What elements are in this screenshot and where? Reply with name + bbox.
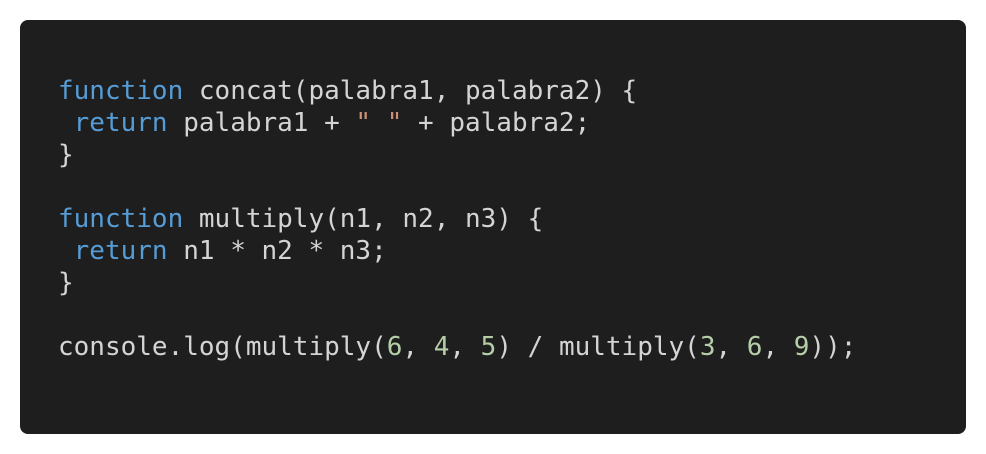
code-token-keyword: return	[73, 236, 168, 266]
code-line: function multiply(n1, n2, n3) {	[58, 203, 966, 235]
code-token-keyword: return	[73, 108, 168, 138]
code-token-ident: ,	[715, 332, 747, 362]
code-token-number: 4	[433, 332, 450, 362]
code-token-ident: multiply(n1, n2, n3) {	[183, 204, 544, 234]
code-token-ident: ,	[402, 332, 434, 362]
code-token-number: 6	[746, 332, 763, 362]
code-token-number: 6	[386, 332, 403, 362]
code-token-ident: + palabra2;	[402, 108, 591, 138]
code-token-ident: console.log(multiply(	[58, 332, 387, 362]
code-token-ident: n1 * n2 * n3;	[167, 236, 387, 266]
code-line: }	[58, 267, 966, 299]
code-line: }	[58, 139, 966, 171]
code-token-ident: palabra1 +	[167, 108, 356, 138]
code-token-ident: ));	[809, 332, 857, 362]
code-token-ident: ,	[449, 332, 481, 362]
code-line: return palabra1 + " " + palabra2;	[58, 107, 966, 139]
code-token-ident	[58, 108, 74, 138]
code-line: return n1 * n2 * n3;	[58, 235, 966, 267]
code-block: function concat(palabra1, palabra2) { re…	[20, 20, 966, 434]
code-token-ident: ) / multiply(	[496, 332, 700, 362]
code-line: function concat(palabra1, palabra2) {	[58, 75, 966, 107]
code-token-ident: }	[58, 140, 74, 170]
code-line: console.log(multiply(6, 4, 5) / multiply…	[58, 331, 966, 363]
code-token-number: 5	[480, 332, 497, 362]
code-token-string: " "	[355, 108, 403, 138]
code-token-ident: concat(palabra1, palabra2) {	[183, 76, 638, 106]
code-token-number: 3	[699, 332, 716, 362]
code-token-ident	[58, 236, 74, 266]
code-token-keyword: function	[58, 204, 184, 234]
code-token-ident: ,	[762, 332, 794, 362]
code-token-ident: }	[58, 268, 74, 298]
code-token-number: 9	[793, 332, 810, 362]
code-token-keyword: function	[58, 76, 184, 106]
